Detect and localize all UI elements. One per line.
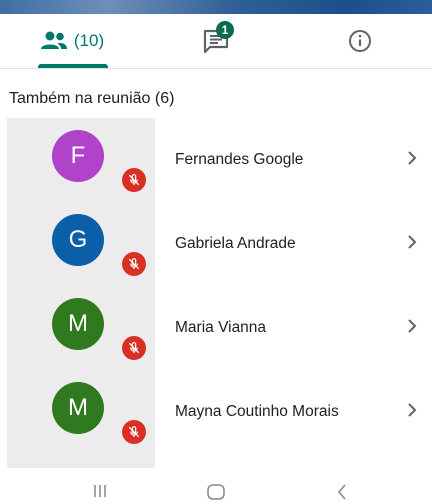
participant-name: Gabriela Andrade [175, 235, 296, 252]
chevron-right-icon [408, 403, 417, 417]
avatar: G [52, 214, 104, 266]
participant-row[interactable]: F Fernandes Google [0, 118, 432, 200]
participant-name: Fernandes Google [175, 151, 304, 168]
section-title: Também na reunião (6) [9, 90, 175, 107]
back-icon[interactable] [336, 484, 348, 500]
people-icon [40, 31, 67, 49]
recents-icon[interactable] [92, 484, 108, 498]
participant-name: Mayna Coutinho Morais [175, 403, 339, 420]
people-count: (10) [73, 31, 105, 50]
participant-row[interactable]: M Maria Vianna [0, 286, 432, 368]
avatar: F [52, 130, 104, 182]
tab-people[interactable]: (10) [0, 14, 144, 68]
tab-bar: (10) 1 [0, 14, 432, 69]
system-nav-bar [0, 470, 432, 504]
chevron-right-icon [408, 319, 417, 333]
tab-info[interactable] [288, 14, 432, 68]
active-tab-indicator [38, 64, 108, 68]
mic-off-icon [122, 252, 146, 276]
chevron-right-icon [408, 151, 417, 165]
avatar: M [52, 382, 104, 434]
mic-off-icon [122, 420, 146, 444]
info-icon [349, 30, 371, 52]
chat-icon: 1 [202, 21, 234, 55]
mic-off-icon [122, 336, 146, 360]
tab-chat[interactable]: 1 [144, 14, 288, 68]
mic-off-icon [122, 168, 146, 192]
participant-row[interactable]: G Gabriela Andrade [0, 202, 432, 284]
video-preview-strip [0, 0, 432, 14]
participant-name: Maria Vianna [175, 319, 267, 336]
participant-row[interactable]: M Mayna Coutinho Morais [0, 370, 432, 452]
home-icon[interactable] [206, 484, 226, 500]
chat-unread-badge: 1 [216, 21, 234, 39]
avatar: M [52, 298, 104, 350]
participant-list: F Fernandes Google G Gabriela Andrade M … [0, 118, 432, 468]
chevron-right-icon [408, 235, 417, 249]
